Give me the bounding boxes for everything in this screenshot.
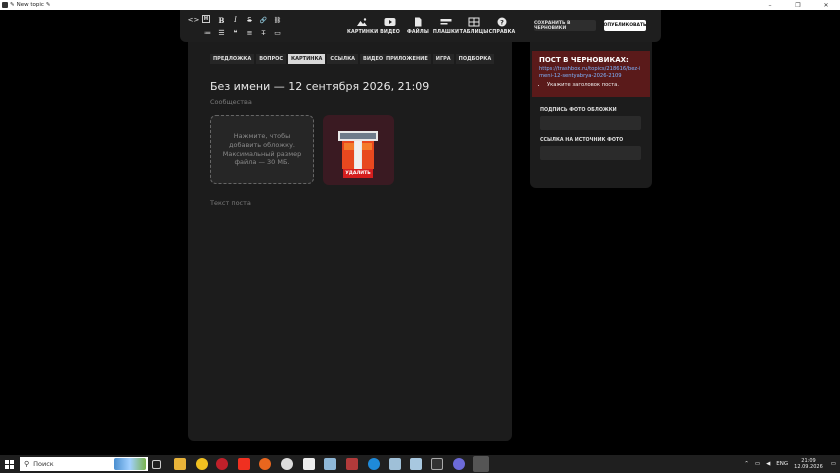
post-type-tabs: ПРЕДЛОЖКА ВОПРОС КАРТИНКА ССЫЛКА ВИДЕО <box>210 54 387 64</box>
photo-source-label: ССЫЛКА НА ИСТОЧНИК ФОТО <box>540 138 624 143</box>
cover-caption-label: ПОДПИСЬ ФОТО ОБЛОЖКИ <box>540 108 617 113</box>
post-type-tabs-secondary: ПРИЛОЖЕНИЕ ИГРА ПОДБОРКА <box>383 54 495 64</box>
tab-image[interactable]: КАРТИНКА <box>288 54 326 64</box>
draft-heading: ПОСТ В ЧЕРНОВИКАХ: <box>539 56 629 64</box>
start-button[interactable] <box>0 455 18 473</box>
play-icon <box>384 18 396 26</box>
heading-icon[interactable]: H <box>202 15 210 23</box>
app-icon-10[interactable] <box>389 458 401 470</box>
at-app-icon[interactable] <box>281 458 293 470</box>
app-icon <box>2 2 8 8</box>
cover-upload-area[interactable]: Нажмите, чтобы добавить обложку. Максима… <box>210 115 314 184</box>
taskbar-search-label: Поиск <box>33 460 54 468</box>
tab-link[interactable]: ССЫЛКА <box>327 54 359 64</box>
delete-cover-button[interactable]: УДАЛИТЬ <box>343 169 373 178</box>
task-view-icon[interactable] <box>152 460 161 469</box>
file-explorer-icon[interactable] <box>174 458 186 470</box>
clock[interactable]: 21:09 12.09.2026 <box>794 458 823 471</box>
window-title: ✎ New topic ✎ <box>10 2 51 8</box>
clock-date: 12.09.2026 <box>794 464 823 470</box>
volume-icon[interactable]: ◀ <box>766 461 770 467</box>
opera-icon[interactable] <box>216 458 228 470</box>
language-indicator[interactable]: ENG <box>776 461 788 467</box>
italic-icon[interactable]: I <box>230 15 241 25</box>
table-icon <box>468 17 480 27</box>
network-icon[interactable]: ▭ <box>755 461 760 467</box>
draft-warnings: Укажите заголовок поста. <box>539 82 643 88</box>
editor-toolbar: <> H B I S 🔗 ⛓ ≔ ☰ ❝ ≡ T̶ ▭ КАРТИНКИ ВИД… <box>180 10 661 42</box>
yandex-browser-icon[interactable] <box>196 458 208 470</box>
align-center-icon[interactable]: ≡ <box>244 28 255 38</box>
files-button[interactable]: ФАЙЛЫ <box>403 17 433 35</box>
photo-source-input[interactable] <box>540 146 641 160</box>
video-button[interactable]: ВИДЕО <box>375 17 405 35</box>
firefox-icon[interactable] <box>259 458 271 470</box>
editor-panel: ПРЕДЛОЖКА ВОПРОС КАРТИНКА ССЫЛКА ВИДЕО П… <box>188 42 512 441</box>
plates-button[interactable]: ПЛАШКИ <box>431 17 461 35</box>
restore-button[interactable]: ❐ <box>784 0 812 10</box>
strikethrough-icon[interactable]: S <box>244 15 255 25</box>
window-titlebar: ✎ New topic ✎ – ❐ ✕ <box>0 0 840 10</box>
cover-preview: УДАЛИТЬ <box>323 115 394 185</box>
search-icon: ⚲ <box>24 460 30 468</box>
image-icon <box>357 18 367 26</box>
tables-button[interactable]: ТАБЛИЦЫ <box>459 17 489 35</box>
quote-icon[interactable]: ❝ <box>230 28 241 38</box>
trashbox-logo-icon <box>338 131 378 169</box>
active-app-icon[interactable] <box>473 456 489 472</box>
spoiler-icon[interactable]: ▭ <box>272 28 283 38</box>
app-icon-7[interactable] <box>324 458 336 470</box>
minimize-button[interactable]: – <box>756 0 784 10</box>
help-icon: ? <box>497 17 507 27</box>
draft-link[interactable]: https://trashbox.ru/topics/218616/bez-im… <box>539 66 643 80</box>
save-draft-button[interactable]: СОХРАНИТЬ В ЧЕРНОВИКИ <box>534 20 596 31</box>
tab-proposal[interactable]: ПРЕДЛОЖКА <box>210 54 255 64</box>
numbered-list-icon[interactable]: ☰ <box>216 28 227 38</box>
draft-notice: ПОСТ В ЧЕРНОВИКАХ: https://trashbox.ru/t… <box>532 51 650 97</box>
edit-icon: ✎ <box>45 2 51 8</box>
publish-button[interactable]: ОПУБЛИКОВАТЬ <box>604 20 646 31</box>
clear-format-icon[interactable]: T̶ <box>258 28 269 38</box>
edge-icon[interactable] <box>368 458 380 470</box>
notifications-icon[interactable]: ▭ <box>831 461 836 467</box>
notepad-icon[interactable] <box>303 458 315 470</box>
cover-upload-hint: Нажмите, чтобы добавить обложку. Максима… <box>222 131 302 167</box>
bold-icon[interactable]: B <box>216 15 227 25</box>
app-icon-8[interactable] <box>346 458 358 470</box>
images-button[interactable]: КАРТИНКИ <box>347 17 378 35</box>
app-icon-13[interactable] <box>453 458 465 470</box>
plate-icon <box>440 19 452 25</box>
post-body-input[interactable]: Текст поста <box>210 199 251 207</box>
file-icon <box>415 17 422 27</box>
tab-collection[interactable]: ПОДБОРКА <box>455 54 495 64</box>
windows-icon <box>4 459 14 469</box>
bullet-list-icon[interactable]: ≔ <box>202 28 213 38</box>
post-sidebar: ПОСТ В ЧЕРНОВИКАХ: https://trashbox.ru/t… <box>530 42 652 188</box>
cover-caption-input[interactable] <box>540 116 641 130</box>
svg-text:?: ? <box>500 18 504 26</box>
taskbar-search[interactable]: ⚲ Поиск <box>20 457 148 471</box>
chevron-up-icon[interactable]: ⌃ <box>744 461 749 467</box>
close-button[interactable]: ✕ <box>812 0 840 10</box>
tab-app[interactable]: ПРИЛОЖЕНИЕ <box>383 54 431 64</box>
unlink-icon[interactable]: ⛓ <box>272 15 283 25</box>
taskbar: ⚲ Поиск ⌃ ▭ ◀ ENG 21:09 12.09.2026 ▭ <box>0 455 840 473</box>
link-icon[interactable]: 🔗 <box>258 15 269 25</box>
tab-game[interactable]: ИГРА <box>432 54 454 64</box>
post-title-input[interactable]: Без имени — 12 сентября 2026, 21:09 <box>210 80 429 93</box>
app-icon-11[interactable] <box>410 458 422 470</box>
yandex-icon[interactable] <box>238 458 250 470</box>
draft-warning-item: Укажите заголовок поста. <box>547 82 643 88</box>
edit-icon: ✎ <box>10 2 15 8</box>
search-highlight-image <box>114 458 146 470</box>
code-icon[interactable]: <> <box>188 15 200 25</box>
system-tray: ⌃ ▭ ◀ ENG 21:09 12.09.2026 ▭ <box>744 455 840 473</box>
tab-question[interactable]: ВОПРОС <box>256 54 287 64</box>
help-button[interactable]: ? СПРАВКА <box>487 17 517 35</box>
window-controls: – ❐ ✕ <box>756 0 840 10</box>
terminal-icon[interactable] <box>431 458 443 470</box>
communities-input[interactable]: Сообщества <box>210 98 252 106</box>
